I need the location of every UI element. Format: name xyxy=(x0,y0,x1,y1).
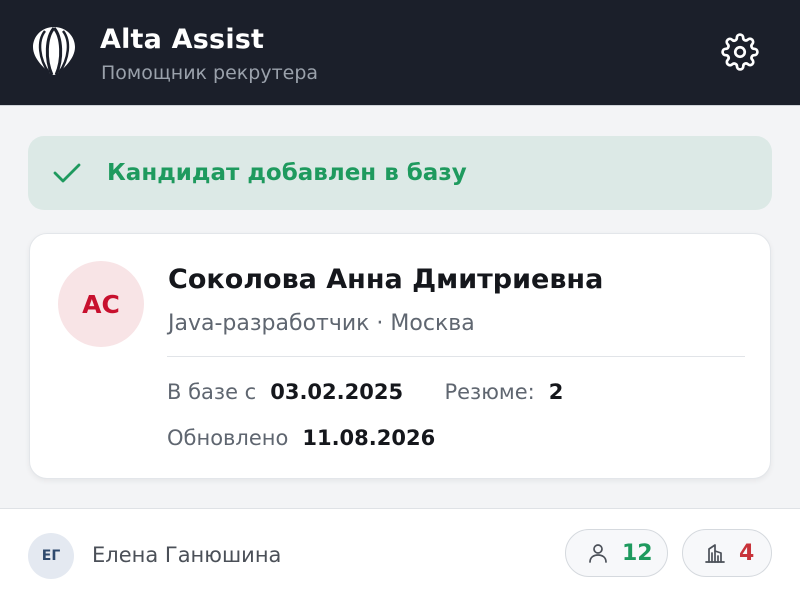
check-icon xyxy=(53,163,81,183)
candidate-card[interactable]: АС Соколова Анна Дмитриевна Java-разрабо… xyxy=(29,233,771,479)
in-base-date: 03.02.2025 xyxy=(262,380,404,404)
building-icon xyxy=(705,544,725,563)
candidate-updated-row: Обновлено 11.08.2026 xyxy=(167,426,435,450)
gear-icon xyxy=(721,33,759,71)
hot-air-balloon-icon xyxy=(33,27,75,76)
companies-count: 4 xyxy=(739,540,755,566)
candidates-count: 12 xyxy=(622,540,653,566)
success-message: Кандидат добавлен в базу xyxy=(107,160,467,186)
candidate-meta-row: В базе с 03.02.2025 Резюме: 2 xyxy=(167,380,563,404)
app-footer: ЕГ Елена Ганюшина 12 4 xyxy=(0,508,800,594)
resumes-label: Резюме: xyxy=(444,380,535,404)
card-divider xyxy=(167,356,745,357)
updated-label: Обновлено xyxy=(167,426,289,450)
candidates-counter-button[interactable]: 12 xyxy=(565,529,668,577)
user-avatar[interactable]: ЕГ xyxy=(28,533,74,579)
user-name: Елена Ганюшина xyxy=(92,543,282,567)
in-base-label: В базе с xyxy=(167,380,257,404)
settings-button[interactable] xyxy=(718,30,762,74)
app-title: Alta Assist xyxy=(100,24,265,55)
updated-date: 11.08.2026 xyxy=(295,426,436,450)
candidate-avatar: АС xyxy=(58,261,144,347)
resumes-count: 2 xyxy=(541,380,564,404)
candidate-name: Соколова Анна Дмитриевна xyxy=(168,264,604,295)
app-subtitle: Помощник рекрутера xyxy=(101,62,319,84)
candidate-role-location: Java-разработчик · Москва xyxy=(168,311,475,336)
person-icon xyxy=(589,544,607,563)
companies-counter-button[interactable]: 4 xyxy=(682,529,772,577)
app-header: Alta Assist Помощник рекрутера xyxy=(0,0,800,106)
success-banner: Кандидат добавлен в базу xyxy=(28,136,772,210)
